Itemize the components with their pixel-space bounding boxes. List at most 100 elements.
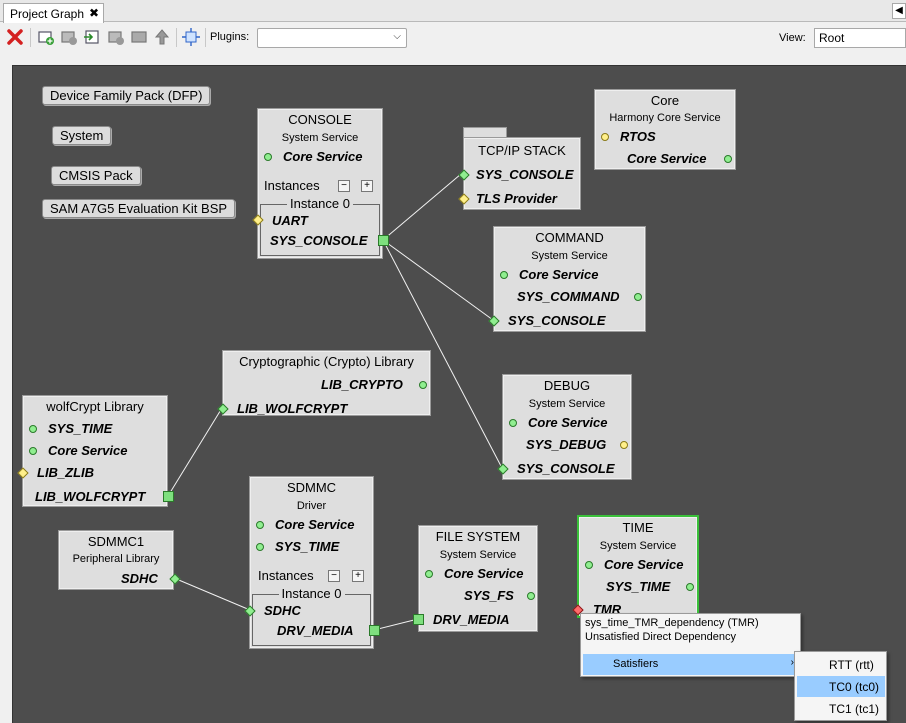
port-dot-icon[interactable] [256,521,264,529]
project-graph-window: Project Graph ✖ ◀ Plugins: ⌵ View: Root … [0,0,906,723]
minus-icon[interactable]: − [338,180,350,192]
container-icon[interactable] [129,27,149,47]
port-core-service: Core Service [275,517,355,532]
instances-label: Instances [258,568,314,583]
port-dot-icon[interactable] [509,419,517,427]
plugins-dropdown[interactable]: ⌵ [257,28,407,48]
instance-frame: Instance 0 [252,586,371,646]
plus-icon[interactable]: + [361,180,373,192]
port-sys-command: SYS_COMMAND [517,289,620,304]
auto-arrange-icon[interactable] [181,27,201,47]
sdmmc-node[interactable]: SDMMC Driver Core Service SYS_TIME Insta… [244,476,380,649]
crypto-library-node[interactable]: Cryptographic (Crypto) Library LIB_CRYPT… [217,350,431,416]
core-node[interactable]: Core Harmony Core Service RTOS Core Serv… [594,89,736,170]
port-dot-icon[interactable] [425,570,433,578]
port-dot-icon[interactable] [527,592,535,600]
console-node[interactable]: CONSOLE System Service Core Service Inst… [252,108,389,259]
port-square-icon[interactable] [369,625,380,636]
tab-strip: Project Graph ✖ ◀ [0,0,906,23]
tab-overflow-icon[interactable]: ◀ [892,3,906,19]
port-core-service: Core Service [627,151,707,166]
node-subtitle: Driver [296,500,327,512]
time-node[interactable]: TIME System Service Core Service SYS_TIM… [572,515,699,618]
cmsis-pack-node[interactable]: CMSIS Pack [51,166,141,185]
group-icon[interactable] [106,27,126,47]
tcpip-stack-node[interactable]: TCP/IP STACK SYS_CONSOLE TLS Provider [458,137,581,210]
remove-node-icon[interactable] [59,27,79,47]
file-system-node[interactable]: FILE SYSTEM System Service Core Service … [413,525,538,632]
import-icon[interactable] [82,27,102,47]
node-subtitle: System Service [439,549,517,561]
port-lib-wolfcrypt: LIB_WOLFCRYPT [35,489,146,504]
node-title: TCP/IP STACK [478,143,566,158]
toolbar: Plugins: ⌵ View: Root [0,23,906,53]
port-core-service: Core Service [283,149,363,164]
port-sys-console: SYS_CONSOLE [508,313,606,328]
bsp-node[interactable]: SAM A7G5 Evaluation Kit BSP [42,199,236,218]
port-dot-icon[interactable] [724,155,732,163]
port-lib-zlib: LIB_ZLIB [37,465,95,480]
node-title: COMMAND [535,230,604,245]
port-core-service: Core Service [528,415,608,430]
view-dropdown[interactable]: Root [814,28,906,48]
port-rtos: RTOS [620,129,656,144]
port-lib-wolfcrypt: LIB_WOLFCRYPT [237,401,348,416]
plus-icon[interactable]: + [352,570,364,582]
port-square-icon[interactable] [163,491,174,502]
port-dot-icon[interactable] [29,447,37,455]
tab-project-graph[interactable]: Project Graph ✖ [3,3,104,23]
dfp-node[interactable]: Device Family Pack (DFP) [42,86,211,105]
port-sys-fs: SYS_FS [464,588,514,603]
port-sys-debug: SYS_DEBUG [526,437,607,452]
port-dot-icon[interactable] [686,583,694,591]
submenu-item-tc1[interactable]: TC1 (tc1) [797,698,885,719]
node-subtitle: System Service [531,250,608,262]
debug-node[interactable]: DEBUG System Service Core Service SYS_DE… [497,374,632,480]
node-subtitle: Peripheral Library [72,553,160,565]
instances-bar: Instances − + [250,568,373,584]
port-core-service: Core Service [604,557,684,572]
port-dot-icon[interactable] [264,153,272,161]
port-dot-icon[interactable] [585,561,593,569]
submenu-item-rtt[interactable]: RTT (rtt) [797,654,885,675]
minus-icon[interactable]: − [328,570,340,582]
port-dot-icon[interactable] [256,543,264,551]
node-title: FILE SYSTEM [435,529,521,544]
port-square-icon[interactable] [378,235,389,246]
satisfiers-submenu: RTT (rtt) TC0 (tc0) TC1 (tc1) [794,651,887,721]
tab-label: Project Graph [10,7,85,21]
port-lib-crypto: LIB_CRYPTO [321,377,403,392]
port-core-service: Core Service [444,566,524,581]
menu-item-satisfiers[interactable]: Satisfiers › [583,654,798,675]
node-title: DEBUG [543,378,591,393]
port-dot-icon[interactable] [29,425,37,433]
submenu-item-tc0[interactable]: TC0 (tc0) [797,676,885,697]
system-node[interactable]: System [52,126,112,145]
sdmmc1-node[interactable]: SDMMC1 Peripheral Library SDHC [58,530,181,590]
up-arrow-icon[interactable] [152,27,172,47]
port-dot-icon[interactable] [634,293,642,301]
node-subtitle: Harmony Core Service [609,112,721,124]
port-dot-icon[interactable] [500,271,508,279]
wolfcrypt-library-node[interactable]: wolfCrypt Library SYS_TIME Core Service … [17,395,174,507]
menu-item-label: Satisfiers [613,658,659,670]
dependency-status: Unsatisfied Direct Dependency [585,631,737,643]
node-title: TIME [622,520,654,535]
port-sys-console: SYS_CONSOLE [270,233,368,248]
node-title: Core [650,93,680,108]
port-square-icon[interactable] [413,614,424,625]
plugins-label: Plugins: [210,31,250,43]
command-node[interactable]: COMMAND System Service Core Service SYS_… [488,226,646,332]
port-core-service: Core Service [48,443,128,458]
close-icon[interactable]: ✖ [89,6,99,20]
node-subtitle: System Service [599,540,677,552]
delete-icon[interactable] [5,27,25,47]
port-dot-icon[interactable] [620,441,628,449]
port-sdhc: SDHC [121,571,158,586]
add-node-icon[interactable] [36,27,56,47]
port-dot-icon[interactable] [601,133,609,141]
port-sys-console: SYS_CONSOLE [517,461,615,476]
port-dot-icon[interactable] [419,381,427,389]
port-tls-provider: TLS Provider [476,191,557,206]
instance-title: Instance 0 [287,196,353,211]
